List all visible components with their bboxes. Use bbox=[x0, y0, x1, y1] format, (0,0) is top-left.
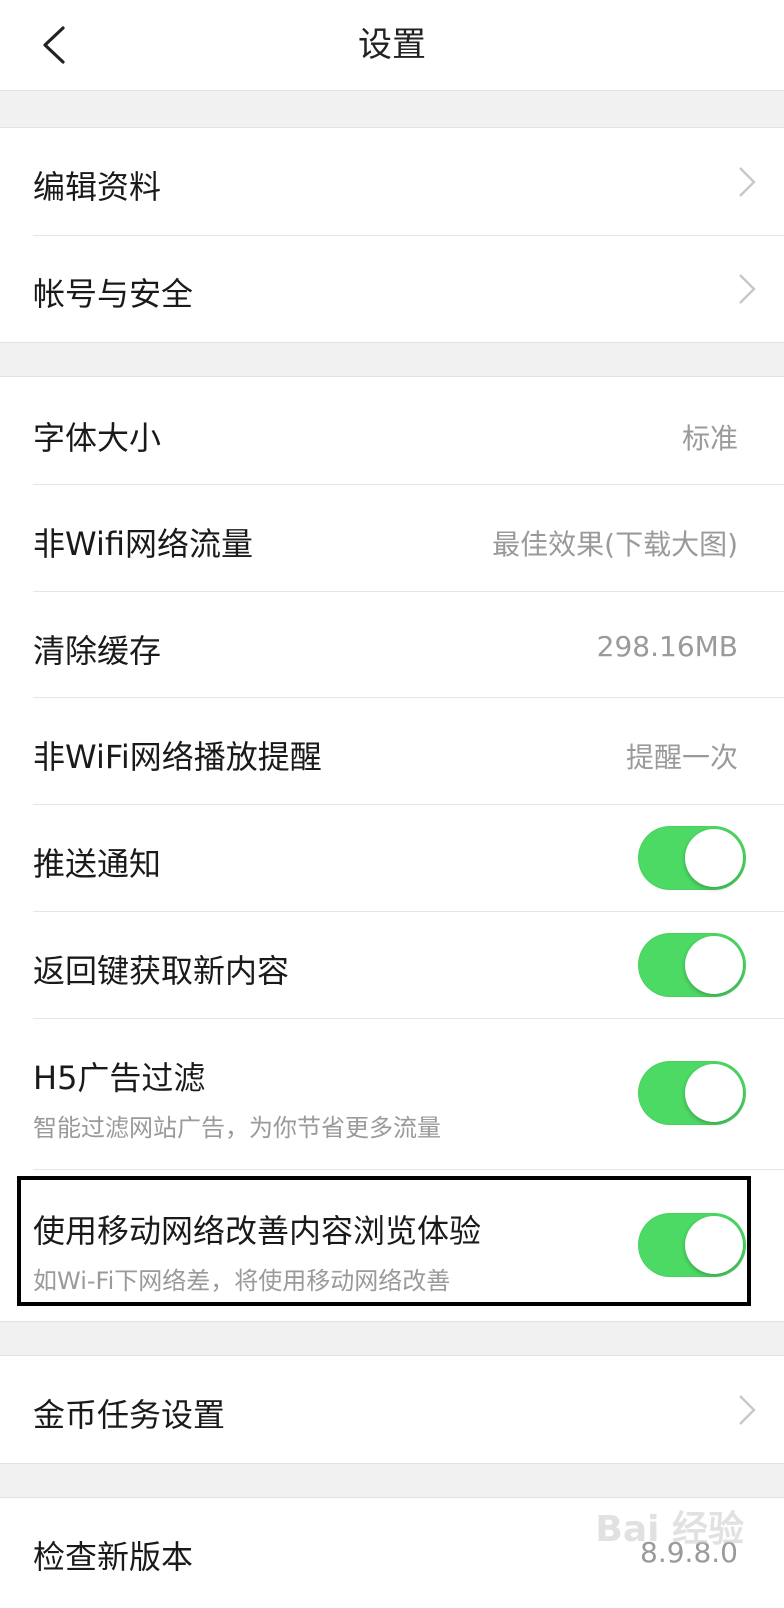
clear-cache-label: 清除缓存 bbox=[33, 632, 162, 670]
font-size-row[interactable]: 字体大小 标准 bbox=[0, 377, 784, 485]
non-wifi-play-reminder-row[interactable]: 非WiFi网络播放提醒 提醒一次 bbox=[0, 698, 784, 805]
font-size-value: 标准 bbox=[681, 422, 738, 455]
h5-ad-filter-description: 智能过滤网站广告，为你节省更多流量 bbox=[33, 1114, 441, 1142]
toggle-knob bbox=[685, 1064, 743, 1122]
coin-task-settings-row[interactable]: 金币任务设置 bbox=[0, 1356, 784, 1463]
back-button[interactable] bbox=[30, 18, 78, 72]
edit-profile-row[interactable]: 编辑资料 bbox=[0, 128, 784, 236]
non-wifi-traffic-value: 最佳效果(下载大图) bbox=[492, 528, 738, 561]
non-wifi-play-reminder-value: 提醒一次 bbox=[625, 741, 738, 774]
account-security-label: 帐号与安全 bbox=[33, 275, 194, 313]
push-notification-toggle[interactable] bbox=[638, 826, 746, 890]
profile-settings-group: 编辑资料 帐号与安全 bbox=[0, 127, 784, 343]
edit-profile-label: 编辑资料 bbox=[33, 168, 162, 206]
account-security-row[interactable]: 帐号与安全 bbox=[0, 236, 784, 342]
mobile-network-assist-label: 使用移动网络改善内容浏览体验 bbox=[33, 1212, 482, 1250]
push-notification-row: 推送通知 bbox=[0, 805, 784, 912]
chevron-right-icon bbox=[739, 1395, 756, 1425]
mobile-network-assist-row: 使用移动网络改善内容浏览体验 如Wi-Fi下网络差，将使用移动网络改善 bbox=[0, 1170, 784, 1321]
chevron-left-icon bbox=[43, 26, 65, 64]
page-title: 设置 bbox=[358, 25, 426, 65]
push-notification-label: 推送通知 bbox=[33, 845, 162, 883]
toggle-knob bbox=[685, 1216, 743, 1274]
font-size-label: 字体大小 bbox=[33, 419, 162, 457]
non-wifi-play-reminder-label: 非WiFi网络播放提醒 bbox=[33, 738, 322, 776]
check-update-label: 检查新版本 bbox=[33, 1538, 194, 1576]
mobile-network-assist-description: 如Wi-Fi下网络差，将使用移动网络改善 bbox=[33, 1267, 451, 1295]
h5-ad-filter-row: H5广告过滤 智能过滤网站广告，为你节省更多流量 bbox=[0, 1019, 784, 1170]
general-settings-group: 字体大小 标准 非Wifi网络流量 最佳效果(下载大图) 清除缓存 298.16… bbox=[0, 376, 784, 1322]
clear-cache-row[interactable]: 清除缓存 298.16MB bbox=[0, 592, 784, 698]
mobile-network-assist-toggle[interactable] bbox=[638, 1213, 746, 1277]
non-wifi-traffic-row[interactable]: 非Wifi网络流量 最佳效果(下载大图) bbox=[0, 485, 784, 592]
non-wifi-traffic-label: 非Wifi网络流量 bbox=[33, 525, 253, 563]
back-key-refresh-row: 返回键获取新内容 bbox=[0, 912, 784, 1019]
h5-ad-filter-toggle[interactable] bbox=[638, 1061, 746, 1125]
chevron-right-icon bbox=[739, 274, 756, 304]
cache-size-value: 298.16MB bbox=[596, 630, 738, 663]
toggle-knob bbox=[685, 829, 743, 887]
toggle-knob bbox=[685, 936, 743, 994]
h5-ad-filter-label: H5广告过滤 bbox=[33, 1059, 206, 1097]
coin-task-group: 金币任务设置 bbox=[0, 1355, 784, 1464]
navigation-bar: 设置 bbox=[0, 0, 784, 91]
chevron-right-icon bbox=[739, 167, 756, 197]
back-key-refresh-label: 返回键获取新内容 bbox=[33, 952, 290, 990]
coin-task-settings-label: 金币任务设置 bbox=[33, 1396, 226, 1434]
back-key-refresh-toggle[interactable] bbox=[638, 933, 746, 997]
watermark-logo: Bai 经验 bbox=[595, 1509, 744, 1550]
